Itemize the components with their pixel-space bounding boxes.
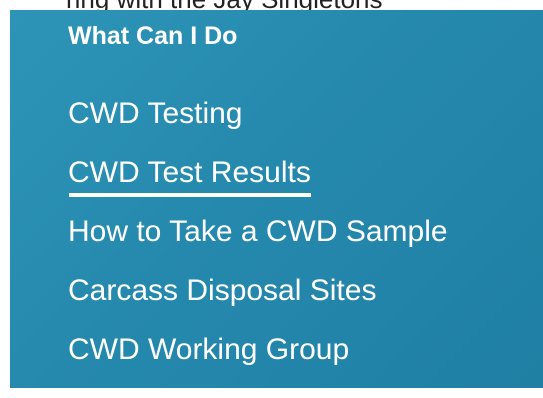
- what-can-i-do-panel: What Can I Do CWD Testing CWD Test Resul…: [10, 10, 543, 388]
- nav-item-label: CWD Testing: [68, 97, 243, 130]
- nav-item-cwd-working-group[interactable]: CWD Working Group: [68, 328, 448, 387]
- nav-item-label: CWD Test Results: [68, 151, 311, 197]
- nav-item-cwd-testing[interactable]: CWD Testing: [68, 92, 448, 151]
- nav-item-how-to-take-cwd-sample[interactable]: How to Take a CWD Sample: [68, 210, 448, 269]
- nav-item-label: CWD Working Group: [68, 333, 350, 366]
- nav-item-cwd-test-results[interactable]: CWD Test Results: [68, 151, 448, 210]
- nav-list: CWD Testing CWD Test Results How to Take…: [68, 92, 448, 387]
- nav-item-carcass-disposal-sites[interactable]: Carcass Disposal Sites: [68, 269, 448, 328]
- clipped-page-text: ring with the Jay Singletons: [66, 0, 383, 10]
- nav-item-label: How to Take a CWD Sample: [68, 215, 448, 248]
- bottom-page-strip: [0, 388, 543, 398]
- panel-heading: What Can I Do: [68, 22, 238, 50]
- top-clipped-strip: ring with the Jay Singletons: [0, 0, 543, 10]
- nav-item-label: Carcass Disposal Sites: [68, 274, 377, 307]
